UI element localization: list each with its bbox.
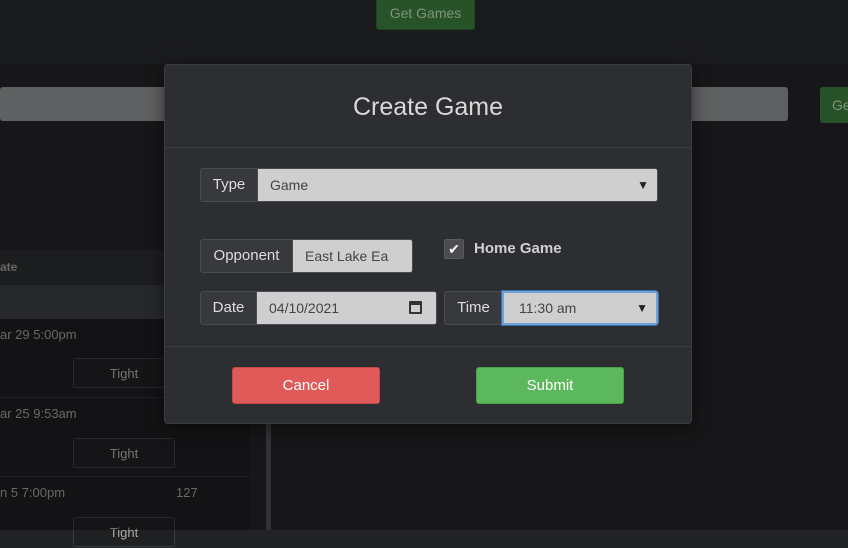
time-label: Time — [444, 291, 503, 325]
opponent-input[interactable]: East Lake Ea — [292, 239, 413, 273]
submit-button[interactable]: Submit — [476, 367, 624, 404]
modal-footer-divider — [165, 346, 691, 347]
home-game-checkbox[interactable]: ✔ — [444, 239, 464, 259]
time-select-value: 11:30 am — [519, 300, 577, 316]
cancel-button[interactable]: Cancel — [232, 367, 380, 404]
create-game-modal: Create Game Type Game ▼ Opponent East La… — [164, 64, 692, 424]
home-game-label[interactable]: Home Game — [474, 240, 562, 257]
calendar-icon[interactable] — [409, 301, 422, 314]
chevron-down-icon: ▼ — [637, 178, 649, 192]
type-label: Type — [200, 168, 258, 202]
checkmark-icon: ✔ — [448, 241, 460, 257]
modal-header-divider — [165, 147, 691, 148]
type-select[interactable]: Game ▼ — [257, 168, 658, 202]
modal-title: Create Game — [352, 93, 504, 121]
date-input-value: 04/10/2021 — [269, 300, 340, 316]
date-label: Date — [200, 291, 257, 325]
type-select-value: Game — [270, 177, 309, 193]
chevron-down-icon: ▼ — [636, 301, 648, 315]
opponent-label: Opponent — [200, 239, 293, 273]
time-select[interactable]: 11:30 am ▼ — [502, 291, 658, 325]
date-input[interactable]: 04/10/2021 — [256, 291, 437, 325]
